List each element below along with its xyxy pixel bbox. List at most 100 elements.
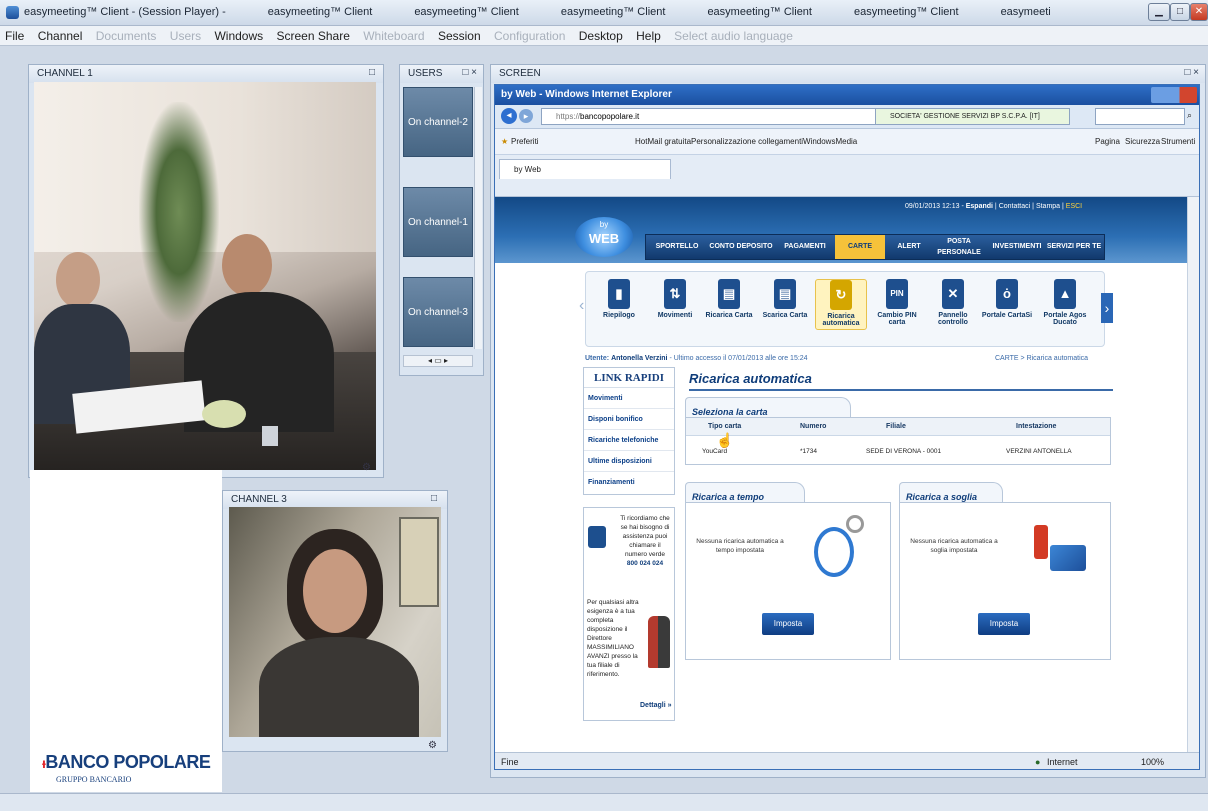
dettagli-link[interactable]: Dettagli » xyxy=(640,702,672,709)
menu-session[interactable]: Session xyxy=(433,26,486,43)
tool-cambio-pin[interactable]: PIN Cambio PIN carta xyxy=(871,279,923,326)
maximize-button[interactable]: □ xyxy=(1170,3,1190,21)
menu-users: Users xyxy=(169,29,202,43)
video-settings-icon[interactable]: ⚙ xyxy=(428,740,437,751)
fav-link[interactable]: HotMail gratuita xyxy=(635,137,691,146)
ie-search-input[interactable] xyxy=(1095,108,1185,125)
app-icon xyxy=(6,6,19,19)
tool-ricarica-carta[interactable]: ▤ Ricarica Carta xyxy=(703,279,755,319)
close-button[interactable]: ✕ xyxy=(1190,3,1208,21)
menu-file[interactable]: File xyxy=(0,26,29,43)
nav-servizi[interactable]: SERVIZI PER TE xyxy=(1045,235,1103,259)
quick-link[interactable]: Disponi bonifico xyxy=(584,409,674,430)
tool-riepilogo[interactable]: ▮ Riepilogo xyxy=(593,279,645,319)
window-title[interactable]: easymeeting™ Client xyxy=(854,6,959,18)
col-intestazione: Intestazione xyxy=(1016,423,1057,430)
menu-channel[interactable]: Channel xyxy=(33,26,88,43)
window-title[interactable]: easymeeting™ Client xyxy=(561,6,666,18)
user-label: On channel-1 xyxy=(407,217,468,228)
menu-configuration: Configuration xyxy=(494,29,566,43)
fav-link[interactable]: WindowsMedia xyxy=(803,137,857,146)
video-settings-icon[interactable]: ⚙ xyxy=(362,462,371,473)
users-panel-controls[interactable]: □ × xyxy=(462,67,477,78)
bank-logo: ᵻBANCO POPOLARE xyxy=(42,752,211,772)
stampa-link[interactable]: Stampa xyxy=(1036,203,1060,210)
window-title[interactable]: easymeeting™ Client xyxy=(268,6,373,18)
ie-window-buttons[interactable] xyxy=(1151,87,1197,103)
quick-link[interactable]: Finanziamenti xyxy=(584,472,674,493)
minimize-button[interactable]: ▁ xyxy=(1148,3,1170,21)
espandi-link[interactable]: Espandi xyxy=(966,203,993,210)
user-channel-2[interactable]: On channel-2 xyxy=(403,87,473,157)
logo-area xyxy=(30,470,222,792)
screen-panel-controls[interactable]: □ × xyxy=(1184,67,1199,78)
nav-conto-deposito[interactable]: CONTO DEPOSITO xyxy=(705,235,777,259)
col-numero: Numero xyxy=(800,423,827,430)
ie-tabbar: by Web xyxy=(495,155,1199,197)
security-cert[interactable]: SOCIETA' GESTIONE SERVIZI BP S.C.P.A. [I… xyxy=(875,108,1070,125)
back-icon[interactable]: ◂ xyxy=(501,108,517,124)
card-row[interactable]: YouCard *1734 SEDE DI VERONA - 0001 VERZ… xyxy=(686,438,1110,464)
menu-desktop[interactable]: Desktop xyxy=(574,26,628,43)
pin-icon: PIN xyxy=(886,279,908,309)
soglia-box: Nessuna ricarica automatica a soglia imp… xyxy=(899,502,1111,660)
menu-windows[interactable]: Windows xyxy=(209,26,268,43)
panel-restore-icon[interactable]: □ xyxy=(431,493,437,504)
ie-address-bar: ◂ ▸ https://bancopopolare.it SOCIETA' GE… xyxy=(495,105,1199,129)
imposta-tempo-button[interactable]: Imposta xyxy=(762,613,814,635)
users-scrollbar[interactable] xyxy=(474,87,482,349)
soglia-text: Nessuna ricarica automatica a soglia imp… xyxy=(910,538,998,554)
window-title-list: easymeeting™ Client - (Session Player) -… xyxy=(24,6,1093,18)
fuel-pump-icon xyxy=(1034,525,1048,559)
nav-carte[interactable]: CARTE xyxy=(835,235,885,259)
favorites-star-icon[interactable]: ★ xyxy=(501,137,508,146)
col-filiale: Filiale xyxy=(886,423,906,430)
tool-pannello-controllo[interactable]: ✕ Pannello controllo xyxy=(927,279,979,326)
window-title[interactable]: easymeeting™ Client - (Session Player) - xyxy=(24,6,226,18)
link-rapidi-title: LINK RAPIDI xyxy=(584,368,674,388)
ie-tab[interactable]: by Web xyxy=(499,159,671,179)
nav-posta-personale[interactable]: POSTA PERSONALE xyxy=(931,235,987,259)
imposta-soglia-button[interactable]: Imposta xyxy=(978,613,1030,635)
window-title[interactable]: easymeeting™ Client xyxy=(414,6,519,18)
contattaci-link[interactable]: Contattaci xyxy=(999,203,1031,210)
person-face xyxy=(303,549,367,633)
window-title[interactable]: easymeeti xyxy=(1001,6,1051,18)
nav-alert[interactable]: ALERT xyxy=(887,235,931,259)
ie-security-menu[interactable]: Sicurezza xyxy=(1125,137,1160,146)
quick-link[interactable]: Ultime disposizioni xyxy=(584,451,674,472)
menu-screen-share[interactable]: Screen Share xyxy=(272,26,355,43)
search-icon[interactable]: ⌕ xyxy=(1187,110,1192,121)
tool-movimenti[interactable]: ⇅ Movimenti xyxy=(649,279,701,319)
forward-icon[interactable]: ▸ xyxy=(519,109,533,123)
url-input[interactable]: https://bancopopolare.it xyxy=(541,108,901,125)
tool-portale-cartasi[interactable]: ȯ Portale CartaSi xyxy=(981,279,1033,319)
nav-sportello[interactable]: SPORTELLO xyxy=(649,235,705,259)
esci-link[interactable]: ESCI xyxy=(1066,203,1082,210)
tools-prev-icon[interactable]: ‹ xyxy=(579,297,584,315)
page-scrollbar[interactable] xyxy=(1187,197,1199,752)
tools-next-icon[interactable]: › xyxy=(1101,293,1113,323)
user-channel-1[interactable]: On channel-1 xyxy=(403,187,473,257)
quick-link[interactable]: Ricariche telefoniche xyxy=(584,430,674,451)
favorites-label[interactable]: Preferiti xyxy=(511,137,539,146)
user-channel-3[interactable]: On channel-3 xyxy=(403,277,473,347)
window-titlebar: easymeeting™ Client - (Session Player) -… xyxy=(0,0,1208,26)
tool-portale-agos[interactable]: ▲ Portale Agos Ducato xyxy=(1035,279,1095,326)
ie-tools-menu[interactable]: Strumenti xyxy=(1161,137,1195,146)
byweb-logo[interactable]: by WEB xyxy=(575,217,633,257)
nav-investimenti[interactable]: INVESTIMENTI xyxy=(989,235,1045,259)
panel-restore-icon[interactable]: □ xyxy=(369,67,375,78)
users-hscrollbar[interactable]: ◂ ▭ ▸ xyxy=(403,355,473,367)
menu-help[interactable]: Help xyxy=(631,26,666,43)
ie-page-menu[interactable]: Pagina xyxy=(1095,137,1120,146)
ie-favorites-bar: ★ Preferiti HotMail gratuita Personalizz… xyxy=(495,129,1199,155)
nav-pagamenti[interactable]: PAGAMENTI xyxy=(777,235,833,259)
quick-link[interactable]: Movimenti xyxy=(584,388,674,409)
zoom-level[interactable]: 100% xyxy=(1141,753,1164,769)
channel1-title: CHANNEL 1 xyxy=(29,65,383,83)
window-title[interactable]: easymeeting™ Client xyxy=(707,6,812,18)
tool-ricarica-automatica[interactable]: ↻ Ricarica automatica xyxy=(815,279,867,330)
tool-scarica-carta[interactable]: ▤ Scarica Carta xyxy=(759,279,811,319)
fav-link[interactable]: Personalizzazione collegamenti xyxy=(691,137,803,146)
